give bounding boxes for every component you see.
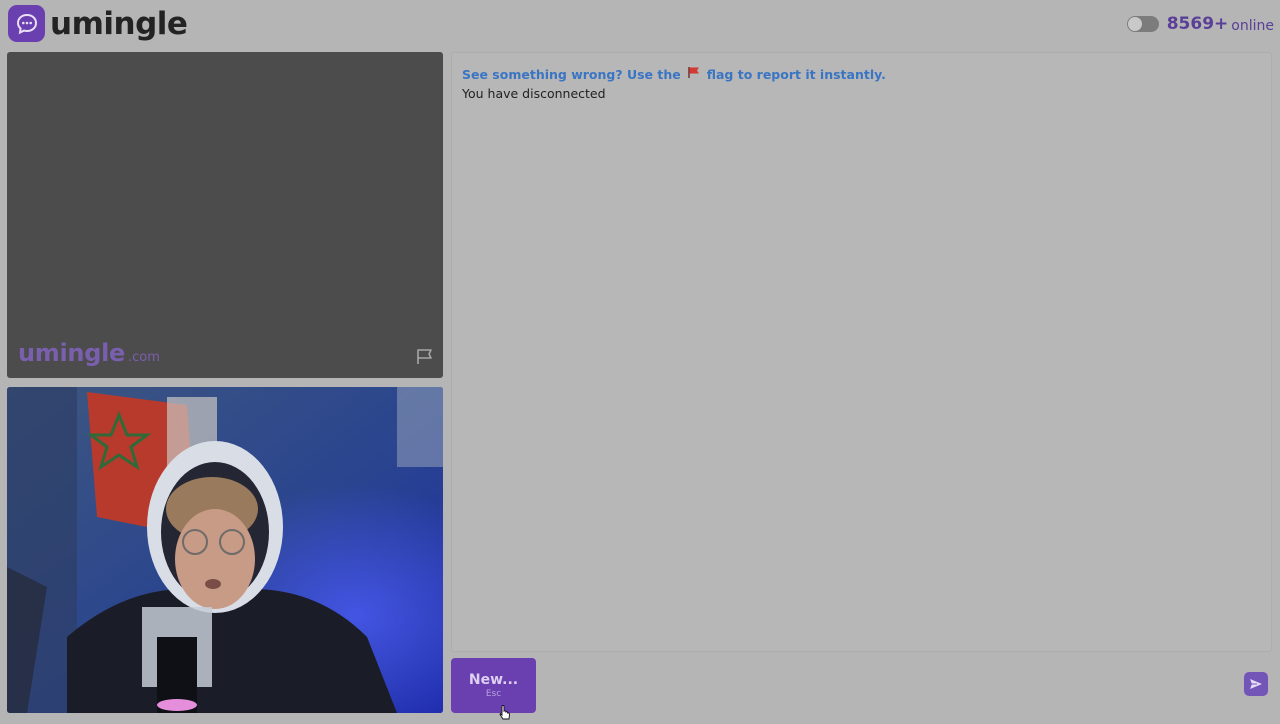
app-title: umingle <box>50 5 188 42</box>
notice-text-after: flag to report it instantly. <box>706 66 886 82</box>
chat-bubble-icon <box>8 5 45 42</box>
flag-outline-icon <box>417 349 432 364</box>
report-notice: See something wrong? Use the flag to rep… <box>462 66 886 82</box>
status-message: You have disconnected <box>462 86 606 101</box>
red-flag-icon <box>687 66 701 82</box>
logo[interactable]: umingle <box>8 5 188 42</box>
notice-text-before: See something wrong? Use the <box>462 66 681 82</box>
mouse-cursor-icon <box>499 705 511 724</box>
header: umingle 8569+ online <box>0 0 1280 50</box>
send-arrow-icon <box>1250 679 1262 689</box>
self-video <box>7 387 443 713</box>
chat-log: See something wrong? Use the flag to rep… <box>451 52 1272 652</box>
watermark-domain: .com <box>128 350 160 365</box>
toggle-knob <box>1127 17 1142 31</box>
report-flag-button[interactable] <box>416 348 434 369</box>
online-count: 8569+ <box>1166 14 1229 34</box>
video-watermark: umingle .com <box>18 339 160 367</box>
send-button[interactable] <box>1244 672 1268 696</box>
watermark-brand: umingle <box>18 339 125 367</box>
webcam-feed-image <box>7 387 443 713</box>
message-input[interactable] <box>543 662 1247 710</box>
new-button-label: New... <box>468 672 519 688</box>
new-button-hint: Esc <box>485 689 502 699</box>
new-chat-button[interactable]: New... Esc <box>451 658 536 713</box>
online-label: online <box>1231 17 1274 34</box>
online-status: 8569+ online <box>1126 14 1274 34</box>
stranger-video: umingle .com <box>7 52 443 378</box>
toggle-switch-icon[interactable] <box>1126 16 1159 32</box>
chat-controls: New... Esc <box>451 656 1272 714</box>
